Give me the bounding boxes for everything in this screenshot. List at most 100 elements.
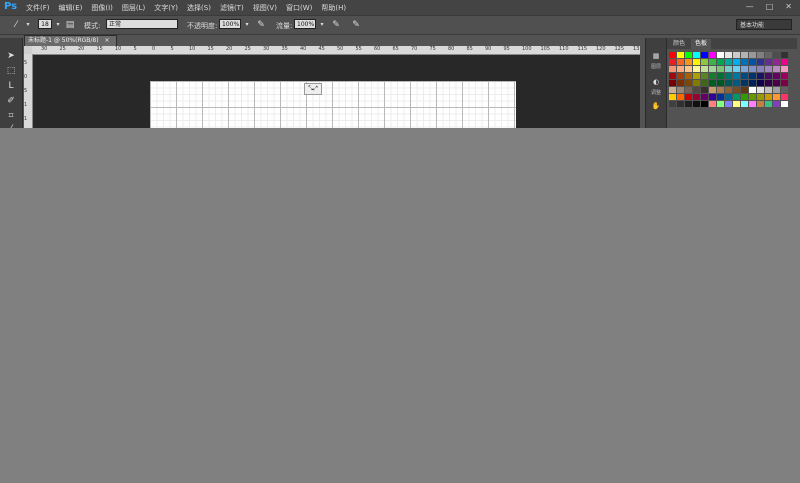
swatch[interactable] (781, 52, 788, 58)
swatch[interactable] (773, 101, 780, 107)
swatch[interactable] (693, 59, 700, 65)
vertical-ruler[interactable]: 5 0 5 1 1 (24, 54, 33, 128)
swatch[interactable] (669, 94, 676, 100)
swatch[interactable] (757, 73, 764, 79)
swatch[interactable] (773, 73, 780, 79)
swatch[interactable] (693, 66, 700, 72)
swatch[interactable] (781, 59, 788, 65)
swatch[interactable] (749, 66, 756, 72)
swatch[interactable] (733, 59, 740, 65)
swatch[interactable] (669, 80, 676, 86)
swatch[interactable] (741, 52, 748, 58)
swatch[interactable] (685, 52, 692, 58)
swatch[interactable] (685, 73, 692, 79)
swatch[interactable] (757, 94, 764, 100)
swatch[interactable] (733, 94, 740, 100)
swatch[interactable] (709, 80, 716, 86)
crop-tool-icon[interactable]: ⌗ (4, 110, 18, 122)
quick-select-tool-icon[interactable]: ✐ (4, 95, 18, 107)
swatch[interactable] (733, 101, 740, 107)
menu-edit[interactable]: 编辑(E) (59, 3, 83, 13)
horizontal-ruler[interactable]: 30 25 20 15 10 5 0 5 10 15 20 25 30 35 40 45 50 55 60 65 70 7… (32, 46, 640, 55)
swatch[interactable] (717, 52, 724, 58)
swatch[interactable] (701, 94, 708, 100)
swatch[interactable] (709, 94, 716, 100)
marquee-tool-icon[interactable]: ⬚ (4, 65, 18, 77)
swatch[interactable] (669, 101, 676, 107)
tool-preset-chevron-icon[interactable]: ▾ (22, 19, 34, 31)
swatch[interactable] (685, 101, 692, 107)
close-button[interactable]: ✕ (785, 2, 792, 11)
swatch[interactable] (701, 66, 708, 72)
swatch[interactable] (725, 101, 732, 107)
swatch[interactable] (677, 87, 684, 93)
menu-type[interactable]: 文字(Y) (154, 3, 178, 13)
swatch[interactable] (693, 73, 700, 79)
swatch[interactable] (669, 73, 676, 79)
menu-layer[interactable]: 图层(L) (122, 3, 145, 13)
swatch[interactable] (701, 80, 708, 86)
flow-input[interactable]: 100% (294, 19, 316, 29)
document-tab[interactable]: 未标题-1 @ 50%(RGB/8) × (24, 35, 117, 46)
swatch[interactable] (733, 80, 740, 86)
swatch[interactable] (677, 59, 684, 65)
menu-file[interactable]: 文件(F) (26, 3, 50, 13)
swatch[interactable] (717, 94, 724, 100)
swatch[interactable] (717, 59, 724, 65)
swatch[interactable] (677, 66, 684, 72)
swatch[interactable] (677, 80, 684, 86)
swatch[interactable] (749, 73, 756, 79)
swatch[interactable] (701, 87, 708, 93)
lasso-tool-icon[interactable]: ᒪ (4, 80, 18, 92)
swatch[interactable] (693, 94, 700, 100)
swatch[interactable] (685, 94, 692, 100)
minimize-button[interactable]: — (746, 2, 754, 11)
swatch[interactable] (733, 52, 740, 58)
swatch[interactable] (709, 66, 716, 72)
swatch[interactable] (669, 87, 676, 93)
swatch[interactable] (669, 66, 676, 72)
swatch[interactable] (749, 101, 756, 107)
swatch[interactable] (725, 94, 732, 100)
swatch[interactable] (757, 80, 764, 86)
swatch[interactable] (741, 80, 748, 86)
swatch[interactable] (781, 87, 788, 93)
swatch[interactable] (725, 66, 732, 72)
swatch[interactable] (765, 94, 772, 100)
swatch[interactable] (773, 87, 780, 93)
swatch[interactable] (773, 52, 780, 58)
tab-color[interactable]: 颜色 (669, 39, 689, 49)
opacity-input[interactable]: 100% (219, 19, 241, 29)
swatch[interactable] (677, 52, 684, 58)
swatch[interactable] (733, 73, 740, 79)
swatch[interactable] (717, 66, 724, 72)
swatch[interactable] (709, 52, 716, 58)
swatch[interactable] (685, 59, 692, 65)
swatch[interactable] (757, 101, 764, 107)
canvas-grid[interactable] (150, 81, 516, 128)
swatch[interactable] (693, 101, 700, 107)
opacity-chevron-icon[interactable]: ▾ (241, 19, 253, 31)
swatch[interactable] (725, 73, 732, 79)
maximize-button[interactable]: □ (766, 2, 774, 11)
swatch[interactable] (757, 52, 764, 58)
swatch[interactable] (685, 80, 692, 86)
swatch[interactable] (741, 101, 748, 107)
swatch[interactable] (749, 80, 756, 86)
swatch[interactable] (773, 80, 780, 86)
swatch[interactable] (765, 52, 772, 58)
swatch[interactable] (765, 59, 772, 65)
flow-chevron-icon[interactable]: ▾ (316, 19, 328, 31)
adjustments-panel-icon[interactable]: ◐ (650, 76, 662, 88)
brush-size-picker[interactable]: 18 (38, 19, 52, 29)
layers-panel-icon[interactable]: ▦ (650, 50, 662, 62)
swatch[interactable] (717, 87, 724, 93)
tab-swatches[interactable]: 色板 (691, 39, 712, 49)
swatch[interactable] (765, 66, 772, 72)
swatch[interactable] (701, 101, 708, 107)
swatch[interactable] (693, 87, 700, 93)
swatch[interactable] (677, 73, 684, 79)
swatch[interactable] (749, 52, 756, 58)
swatch[interactable] (725, 52, 732, 58)
swatch[interactable] (765, 87, 772, 93)
